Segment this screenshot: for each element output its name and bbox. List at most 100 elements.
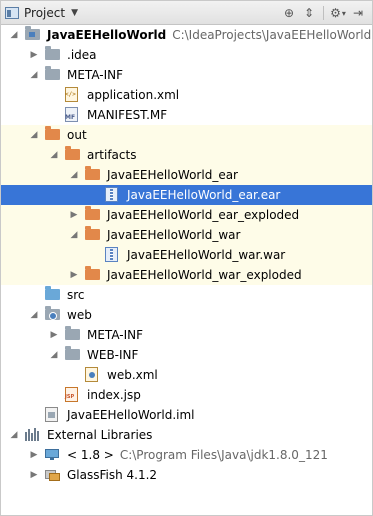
tree-item-label: artifacts [87,145,136,165]
folder-icon [65,326,80,340]
item-name: JavaEEHelloWorld_war [107,228,241,242]
tree-item-label: External Libraries [47,425,152,445]
item-name: .idea [67,48,97,62]
gear-icon[interactable]: ⚙ ▾ [328,4,348,22]
xml-file-icon [65,87,78,102]
item-name: web [67,308,92,322]
tree-row[interactable]: application.xml [1,85,372,105]
tree-row[interactable]: ◢ JavaEEHelloWorld C:\IdeaProjects\JavaEEH… [1,25,372,45]
tree-row[interactable]: ◢ out [1,125,372,145]
project-view-selector[interactable]: Project ▼ [5,4,78,22]
toolbar-actions: ⊕ ⇕ ⚙ ▾ ⇥ [279,4,368,22]
tree-row[interactable]: JavaEEHelloWorld.iml [1,405,372,425]
expanded-arrow-icon[interactable]: ◢ [69,170,79,180]
tree-row[interactable]: index.jsp [1,385,372,405]
archive-file-icon [105,247,118,262]
expanded-arrow-icon[interactable]: ◢ [29,130,39,140]
collapse-all-icon[interactable]: ⇕ [299,4,319,22]
tree-row[interactable]: JavaEEHelloWorld_ear.ear [1,185,372,205]
folder-icon [45,66,60,80]
tree-item-label: JavaEEHelloWorld.iml [67,405,195,425]
expanded-arrow-icon[interactable]: ◢ [69,230,79,240]
tree-row[interactable]: src [1,285,372,305]
tree-item-label: JavaEEHelloWorld_war.war [127,245,285,265]
item-name: JavaEEHelloWorld_ear.ear [127,188,281,202]
item-name: META-INF [67,68,124,82]
tree-row[interactable]: ▶ < 1.8 > C:\Program Files\Java\jdk1.8.0_1… [1,445,372,465]
expanded-arrow-icon[interactable]: ◢ [49,350,59,360]
item-path: C:\Program Files\Java\jdk1.8.0_121 [119,448,328,462]
tree-row[interactable]: ◢ JavaEEHelloWorld_war [1,225,372,245]
tree-row[interactable]: ◢ META-INF [1,65,372,85]
expanded-arrow-icon[interactable]: ◢ [9,30,19,40]
jdk-icon [45,449,61,461]
hide-icon[interactable]: ⇥ [348,4,368,22]
expanded-arrow-icon[interactable]: ◢ [49,150,59,160]
excluded-folder-icon [85,226,100,240]
tree-row[interactable]: ◢ External Libraries [1,425,372,445]
item-name: src [67,288,85,302]
jsp-file-icon [65,387,78,402]
collapsed-arrow-icon[interactable]: ▶ [69,270,79,280]
tree-row[interactable]: ◢ web [1,305,372,325]
item-name: JavaEEHelloWorld [47,28,167,42]
expanded-arrow-icon[interactable]: ◢ [29,310,39,320]
folder-icon [45,46,60,60]
tree-row[interactable]: ▶ GlassFish 4.1.2 [1,465,372,485]
iml-file-icon [45,407,58,422]
toolbar-divider [323,6,324,20]
collapsed-arrow-icon[interactable]: ▶ [29,450,39,460]
project-toolbar: Project ▼ ⊕ ⇕ ⚙ ▾ ⇥ [1,1,372,25]
module-folder-icon [25,26,40,40]
item-name: WEB-INF [87,348,139,362]
tree-row[interactable]: web.xml [1,365,372,385]
tree-item-label: < 1.8 > C:\Program Files\Java\jdk1.8.0_12… [67,445,328,465]
tree-item-label: JavaEEHelloWorld_ear.ear [127,185,280,205]
tree-row[interactable]: MANIFEST.MF [1,105,372,125]
excluded-folder-icon [65,146,80,160]
web-xml-file-icon [85,367,98,382]
tree-item-label: JavaEEHelloWorld C:\IdeaProjects\JavaEEHe… [47,25,371,45]
item-name: JavaEEHelloWorld_war_exploded [107,268,302,282]
tree-item-label: META-INF [87,325,143,345]
item-name: MANIFEST.MF [87,108,168,122]
item-name: < 1.8 > [67,448,114,462]
item-name: artifacts [87,148,137,162]
tree-item-label: web [67,305,92,325]
project-tool-window: Project ▼ ⊕ ⇕ ⚙ ▾ ⇥ ◢ JavaEEHelloWorld C:\I… [0,0,373,516]
expanded-arrow-icon[interactable]: ◢ [29,70,39,80]
tree-row[interactable]: ▶ JavaEEHelloWorld_ear_exploded [1,205,372,225]
archive-file-icon [105,187,118,202]
excluded-folder-icon [45,126,60,140]
tree-item-label: out [67,125,87,145]
tree-row[interactable]: ▶ .idea [1,45,372,65]
item-name: out [67,128,87,142]
collapsed-arrow-icon[interactable]: ▶ [29,470,39,480]
tree-row[interactable]: JavaEEHelloWorld_war.war [1,245,372,265]
tree-item-label: .idea [67,45,97,65]
collapsed-arrow-icon[interactable]: ▶ [49,330,59,340]
excluded-folder-icon [85,266,100,280]
tree-item-label: META-INF [67,65,123,85]
item-name: GlassFish 4.1.2 [67,468,158,482]
collapsed-arrow-icon[interactable]: ▶ [29,50,39,60]
project-view-title: Project [24,6,66,20]
tree-item-label: JavaEEHelloWorld_ear [107,165,238,185]
tree-item-label: index.jsp [87,385,141,405]
tree-item-label: WEB-INF [87,345,138,365]
tree-row[interactable]: ▶ META-INF [1,325,372,345]
tree-row[interactable]: ◢ JavaEEHelloWorld_ear [1,165,372,185]
tree-item-label: JavaEEHelloWorld_war_exploded [107,265,302,285]
chevron-down-icon: ▼ [71,8,78,18]
expanded-arrow-icon[interactable]: ◢ [9,430,19,440]
tree-item-label: src [67,285,85,305]
collapsed-arrow-icon[interactable]: ▶ [69,210,79,220]
target-icon[interactable]: ⊕ [279,4,299,22]
tree-row[interactable]: ▶ JavaEEHelloWorld_war_exploded [1,265,372,285]
item-name: JavaEEHelloWorld_ear_exploded [107,208,300,222]
tree-item-label: application.xml [87,85,179,105]
tree-row[interactable]: ◢ artifacts [1,145,372,165]
libraries-icon [25,428,39,441]
tree-item-label: JavaEEHelloWorld_ear_exploded [107,205,299,225]
tree-row[interactable]: ◢ WEB-INF [1,345,372,365]
